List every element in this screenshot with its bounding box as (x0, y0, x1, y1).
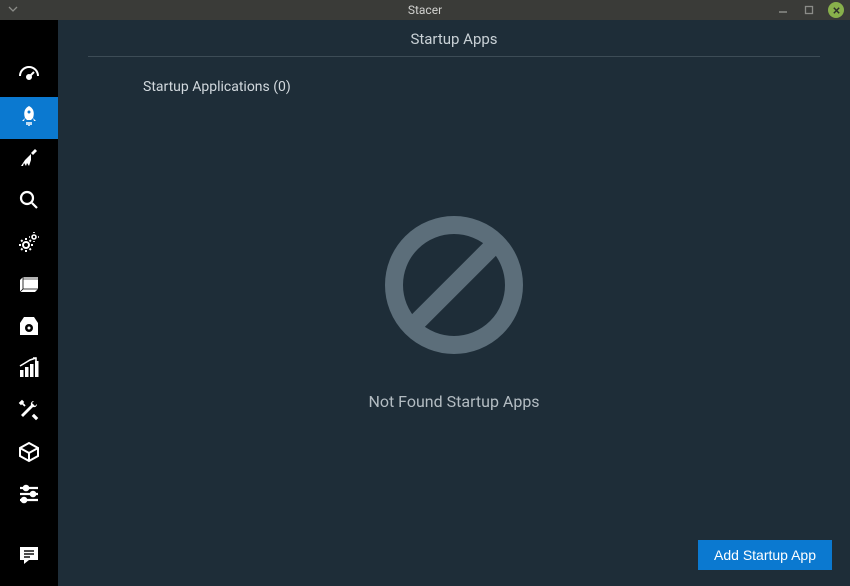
sidebar (0, 20, 58, 586)
add-startup-app-button[interactable]: Add Startup App (698, 540, 832, 570)
main-content: Startup Apps Startup Applications (0) No… (58, 20, 850, 586)
chart-icon (17, 356, 41, 384)
sidebar-item-apt-repository[interactable] (0, 433, 58, 475)
app-menu-icon[interactable] (8, 3, 18, 17)
sidebar-item-settings[interactable] (0, 475, 58, 517)
sidebar-item-dashboard[interactable] (0, 55, 58, 97)
window-title: Stacer (0, 3, 850, 17)
tools-icon (17, 398, 41, 426)
sidebar-item-resources[interactable] (0, 349, 58, 391)
feedback-icon (17, 543, 41, 571)
maximize-button[interactable] (802, 3, 816, 17)
close-button[interactable] (828, 2, 844, 18)
no-entry-icon (379, 210, 529, 364)
minimize-button[interactable] (776, 3, 790, 17)
sliders-icon (17, 482, 41, 510)
sidebar-item-processes[interactable] (0, 265, 58, 307)
disk-icon (17, 314, 41, 342)
broom-icon (17, 146, 41, 174)
sidebar-item-search[interactable] (0, 181, 58, 223)
sidebar-item-uninstaller[interactable] (0, 307, 58, 349)
sidebar-item-services[interactable] (0, 223, 58, 265)
gauge-icon (17, 62, 41, 90)
search-icon (17, 188, 41, 216)
empty-state-text: Not Found Startup Apps (368, 392, 539, 411)
sidebar-item-system-cleaner[interactable] (0, 139, 58, 181)
sidebar-item-helpers[interactable] (0, 391, 58, 433)
rocket-icon (17, 104, 41, 132)
package-icon (17, 440, 41, 468)
titlebar: Stacer (0, 0, 850, 20)
window-icon (17, 272, 41, 300)
section-title: Startup Applications (0) (58, 57, 850, 95)
page-title: Startup Apps (88, 20, 820, 57)
sidebar-item-feedback[interactable] (0, 536, 58, 578)
sidebar-item-startup-apps[interactable] (0, 97, 58, 139)
empty-state: Not Found Startup Apps (58, 210, 850, 411)
gears-icon (17, 230, 41, 258)
